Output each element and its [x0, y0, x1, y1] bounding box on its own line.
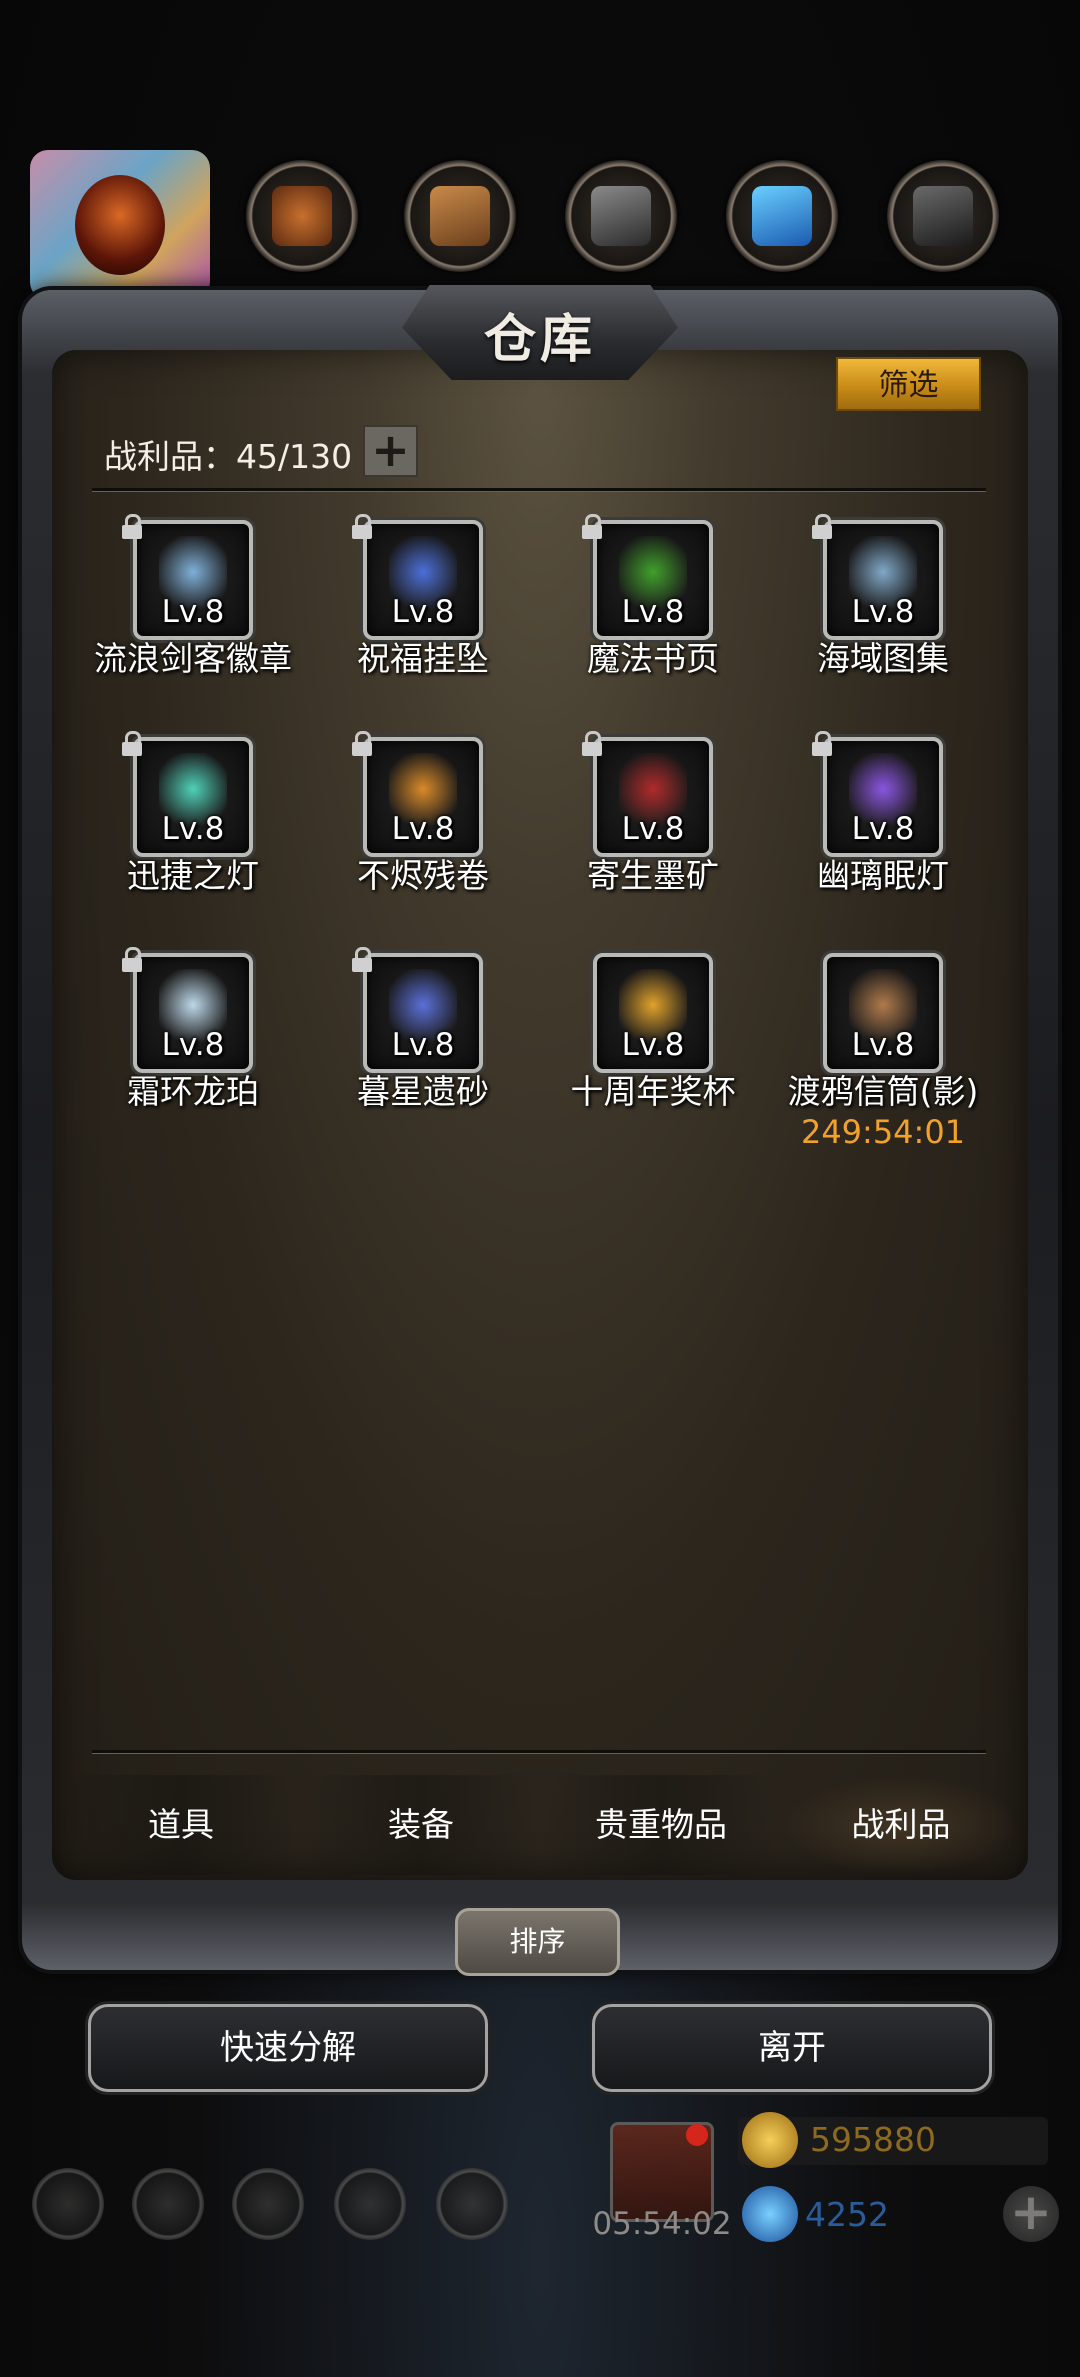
lock-icon [580, 514, 604, 540]
lock-icon [810, 731, 834, 757]
avatar[interactable] [30, 150, 210, 300]
iron-resource-icon[interactable] [887, 160, 999, 272]
inventory-item[interactable]: Lv.8 霜环龙珀 [78, 947, 308, 1153]
item-name: 暮星遗砂 [357, 1072, 489, 1111]
lock-icon [350, 514, 374, 540]
item-timer: 249:54:01 [800, 1113, 966, 1151]
item-name: 寄生墨矿 [587, 856, 719, 895]
lock-icon [350, 947, 374, 973]
gem-icon [742, 2186, 798, 2242]
wood-resource-icon[interactable] [404, 160, 516, 272]
item-level: Lv.8 [621, 811, 685, 847]
lock-icon [580, 731, 604, 757]
item-name: 渡鸦信筒(影) [787, 1072, 979, 1111]
item-level: Lv.8 [391, 594, 455, 630]
capacity-label: 战利品：45/130 [104, 437, 353, 476]
inventory-item[interactable]: Lv.8 流浪剑客徽章 [78, 514, 308, 720]
item-level: Lv.8 [851, 1027, 915, 1063]
inventory-item[interactable]: Lv.8 渡鸦信筒(影) 249:54:01 [768, 953, 998, 1153]
item-name: 幽璃眠灯 [817, 856, 949, 895]
lock-icon [810, 514, 834, 540]
item-name: 祝福挂坠 [357, 639, 489, 678]
inventory-item[interactable]: Lv.8 不烬残卷 [308, 731, 538, 937]
item-name: 十周年奖杯 [570, 1072, 736, 1111]
item-level: Lv.8 [851, 594, 915, 630]
add-currency-button[interactable]: + [1003, 2186, 1059, 2242]
item-level: Lv.8 [621, 594, 685, 630]
inventory-item[interactable]: Lv.8 迅捷之灯 [78, 731, 308, 937]
inventory-item[interactable]: Lv.8 暮星遗砂 [308, 947, 538, 1153]
ranking-icon[interactable] [232, 2168, 304, 2240]
lock-icon [350, 731, 374, 757]
item-level: Lv.8 [161, 594, 225, 630]
tab-valuables[interactable]: 贵重物品 [542, 1775, 780, 1875]
item-level: Lv.8 [851, 811, 915, 847]
settings-icon[interactable] [32, 2168, 104, 2240]
page-title: 仓库 [483, 309, 596, 370]
item-name: 不烬残卷 [357, 856, 489, 895]
shield-icon[interactable] [436, 2168, 508, 2240]
gem-amount: 4252 [805, 2195, 889, 2234]
inventory-item[interactable]: Lv.8 幽璃眠灯 [768, 731, 998, 937]
item-name: 流浪剑客徽章 [94, 639, 292, 678]
item-level: Lv.8 [391, 1027, 455, 1063]
category-tabs: 道具 装备 贵重物品 战利品 [62, 1775, 1020, 1875]
star-icon[interactable] [132, 2168, 204, 2240]
item-name: 海域图集 [817, 639, 949, 678]
inventory-item[interactable]: Lv.8 魔法书页 [538, 514, 768, 720]
quick-decompose-button[interactable]: 快速分解 [88, 2004, 488, 2092]
divider-bottom [92, 1750, 986, 1754]
inventory-item[interactable]: Lv.8 海域图集 [768, 514, 998, 720]
tab-items[interactable]: 道具 [62, 1775, 300, 1875]
gold-amount: 595880 [810, 2120, 936, 2159]
tab-equipment[interactable]: 装备 [302, 1775, 540, 1875]
item-name: 魔法书页 [587, 639, 719, 678]
crystal-resource-icon[interactable] [726, 160, 838, 272]
inventory-item[interactable]: Lv.8 寄生墨矿 [538, 731, 768, 937]
item-level: Lv.8 [161, 1027, 225, 1063]
sort-button[interactable]: 排序 [455, 1908, 620, 1976]
notification-dot [686, 2124, 708, 2146]
tab-loot[interactable]: 战利品 [782, 1775, 1020, 1875]
gold-coin-icon [742, 2112, 798, 2168]
item-level: Lv.8 [391, 811, 455, 847]
lock-icon [120, 514, 144, 540]
stone-resource-icon[interactable] [565, 160, 677, 272]
item-level: Lv.8 [161, 811, 225, 847]
leather-resource-icon[interactable] [246, 160, 358, 272]
lock-icon [120, 947, 144, 973]
item-name: 霜环龙珀 [127, 1072, 259, 1111]
mail-icon[interactable] [334, 2168, 406, 2240]
top-resource-bar [0, 150, 1080, 300]
inventory-item[interactable]: Lv.8 十周年奖杯 [538, 953, 768, 1153]
divider-top [92, 488, 986, 492]
item-level: Lv.8 [621, 1027, 685, 1063]
filter-button[interactable]: 筛选 [836, 357, 981, 411]
lock-icon [120, 731, 144, 757]
gift-timer: 05:54:02 [592, 2206, 732, 2242]
leave-button[interactable]: 离开 [592, 2004, 992, 2092]
inventory-item[interactable]: Lv.8 祝福挂坠 [308, 514, 538, 720]
expand-capacity-button[interactable]: + [363, 425, 418, 477]
item-name: 迅捷之灯 [127, 856, 259, 895]
